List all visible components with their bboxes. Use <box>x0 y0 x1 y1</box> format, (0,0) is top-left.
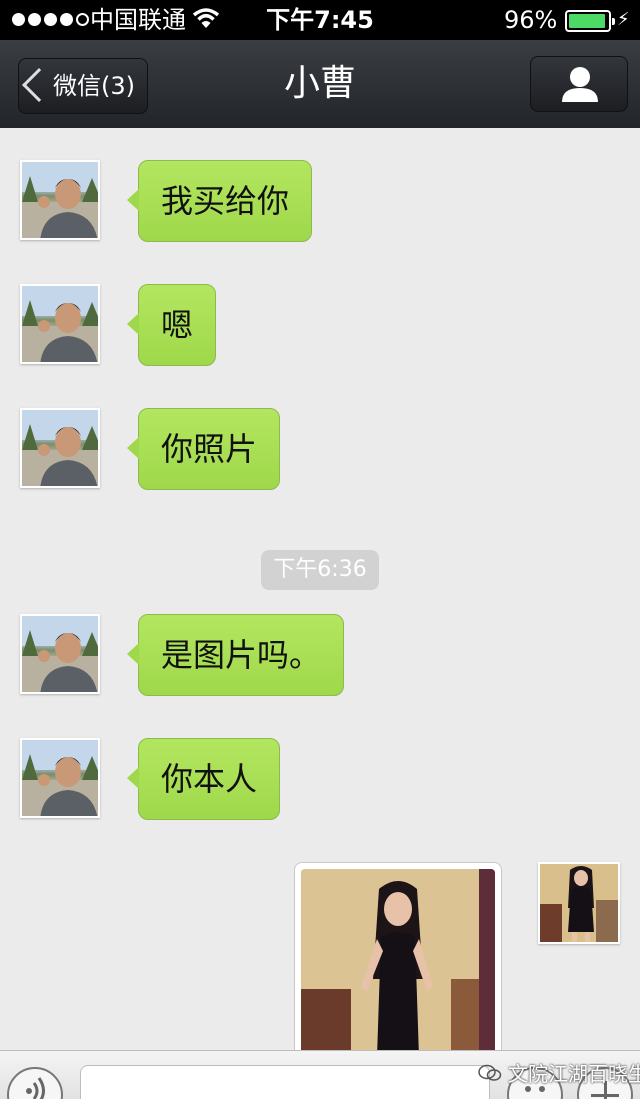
chat-area[interactable]: 我买给你 嗯 你照片 下午6:36 是图片吗。 你本人 <box>0 128 640 1050</box>
back-button[interactable]: 微信(3) <box>18 58 148 114</box>
back-button-label: 微信(3) <box>53 72 135 100</box>
contact-avatar[interactable] <box>20 408 100 488</box>
watermark: 文院江湖百晓生 <box>478 1058 640 1087</box>
message-input[interactable] <box>80 1065 490 1099</box>
charging-icon: ⚡ <box>617 9 630 30</box>
chevron-left-icon <box>22 68 56 102</box>
photo-thumbnail[interactable] <box>301 869 495 1050</box>
nav-bar: 微信(3) 小曹 <box>0 40 640 128</box>
user-avatar[interactable] <box>538 862 620 944</box>
message-bubble[interactable]: 你照片 <box>126 408 281 490</box>
wechat-logo-icon <box>478 1064 502 1081</box>
voice-icon <box>26 1077 45 1099</box>
message-bubble[interactable]: 你本人 <box>126 738 281 820</box>
profile-button[interactable] <box>530 56 628 112</box>
contact-avatar[interactable] <box>20 738 100 818</box>
message-text: 嗯 <box>161 306 194 344</box>
watermark-text: 文院江湖百晓生 <box>508 1062 640 1086</box>
message-bubble[interactable]: 嗯 <box>126 284 217 366</box>
message-text: 我买给你 <box>161 182 290 220</box>
time-divider: 下午6:36 <box>261 550 379 590</box>
image-message[interactable] <box>294 862 502 1050</box>
message-bubble[interactable]: 我买给你 <box>126 160 313 242</box>
person-icon <box>562 67 598 102</box>
contact-avatar[interactable] <box>20 284 100 364</box>
message-text: 你本人 <box>161 760 258 798</box>
message-text: 你照片 <box>161 430 258 468</box>
contact-avatar[interactable] <box>20 614 100 694</box>
status-bar: 中国联通 下午7:45 96% ⚡ <box>0 0 640 40</box>
contact-avatar[interactable] <box>20 160 100 240</box>
battery-icon <box>565 10 615 32</box>
message-text: 是图片吗。 <box>161 636 322 674</box>
message-bubble[interactable]: 是图片吗。 <box>126 614 345 696</box>
voice-input-button[interactable] <box>7 1067 63 1099</box>
chat-title: 小曹 <box>283 63 356 104</box>
battery-percent: 96% <box>504 6 558 34</box>
